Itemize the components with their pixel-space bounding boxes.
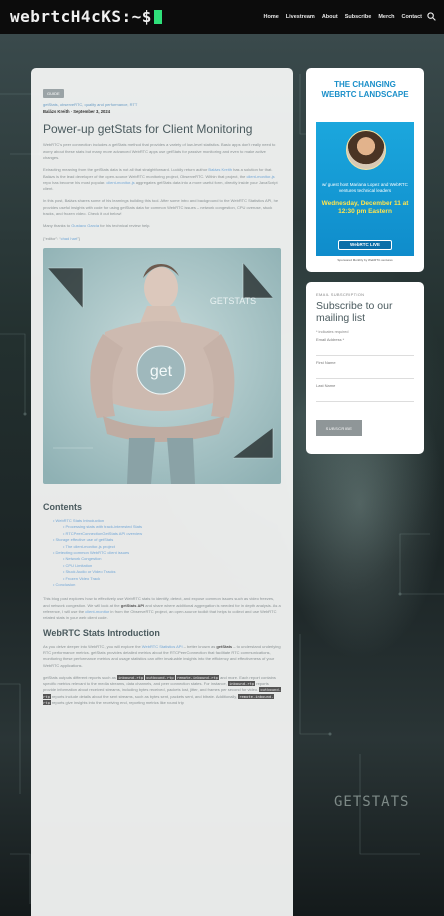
section-heading-stats-intro: WebRTC Stats Introduction bbox=[43, 627, 160, 638]
article-byline: Balázs Kreith · September 3, 2024 bbox=[43, 109, 111, 114]
promo-guest-text: w/ guest host Mariana Lopez and WebRTC v… bbox=[322, 182, 408, 193]
article-intro: WebRTC's peer connection includes a getS… bbox=[43, 142, 276, 160]
article-editor: {“editor”: “chad hart”} bbox=[43, 235, 80, 241]
webrtc-live-badge: WebRTC LIVE bbox=[338, 240, 392, 250]
contents-heading: Contents bbox=[43, 501, 82, 512]
article-paragraph-3: In this post, Balázs shares some of his … bbox=[43, 198, 279, 217]
subscribe-tag: EMAIL SUBSCRIPTION bbox=[316, 292, 365, 297]
nav-subscribe[interactable]: Subscribe bbox=[345, 14, 372, 20]
author-link[interactable]: Balázs Kreith bbox=[208, 167, 232, 172]
hero-getstats-text: GETSTATS bbox=[210, 296, 256, 306]
article-categories[interactable]: getStats, observeRTC, quality and perfor… bbox=[43, 102, 281, 107]
article-thanks: Many thanks to Gustavo Garcia for his te… bbox=[43, 223, 151, 229]
nav-livestream[interactable]: Livestream bbox=[286, 14, 315, 20]
article-paragraph-2: Extracting meaning from the getStats dat… bbox=[43, 167, 278, 192]
promo-date: Wednesday, December 11 at 12:30 pm Easte… bbox=[321, 200, 409, 215]
promo-banner: THE CHANGING WEBRTC LANDSCAPE w/ guest h… bbox=[316, 78, 414, 262]
subscribe-title: Subscribe to our mailing list bbox=[316, 300, 393, 324]
webrtc-live-promo[interactable]: THE CHANGING WEBRTC LANDSCAPE w/ guest h… bbox=[306, 68, 424, 272]
site-logo[interactable]: webrtcH4cKS:~$ bbox=[10, 7, 162, 26]
article-paragraph-8: getStats outputs different reports such … bbox=[43, 674, 281, 705]
hero-image: get GETSTATS bbox=[43, 247, 281, 484]
promo-footer: Sponsored Monthly by WebRTC.ventures bbox=[337, 258, 393, 262]
nav-contact[interactable]: Contact bbox=[402, 14, 422, 20]
article-tag[interactable]: GUIDE bbox=[43, 89, 64, 98]
promo-title: THE CHANGING WEBRTC LANDSCAPE bbox=[321, 80, 409, 99]
hero-illustration: get GETSTATS bbox=[43, 247, 281, 484]
editor-link[interactable]: chad hart bbox=[61, 236, 78, 241]
nav-home[interactable]: Home bbox=[264, 14, 279, 20]
client-monitor-ref-link[interactable]: client-monitor bbox=[85, 609, 109, 614]
nav-about[interactable]: About bbox=[322, 14, 338, 20]
first-name-field[interactable] bbox=[316, 365, 414, 379]
email-field[interactable] bbox=[316, 342, 414, 356]
background-getstats-watermark: GETSTATS bbox=[334, 794, 410, 810]
reviewer-link[interactable]: Gustavo Garcia bbox=[71, 223, 99, 228]
nav-merch[interactable]: Merch bbox=[378, 14, 394, 20]
site-header: webrtcH4cKS:~$ Home Livestream About Sub… bbox=[0, 0, 444, 34]
table-of-contents: WebRTC Stats Introduction Processing sta… bbox=[43, 518, 281, 588]
client-monitor-link-2[interactable]: client-monitor-js bbox=[106, 180, 134, 185]
stats-api-link[interactable]: WebRTC Statistics API bbox=[142, 644, 183, 649]
article-title: Power-up getStats for Client Monitoring bbox=[43, 122, 253, 136]
client-monitor-link[interactable]: client-monitor-js bbox=[246, 174, 274, 179]
hero-get-text: get bbox=[150, 363, 173, 380]
guest-host-photo bbox=[346, 130, 386, 170]
cursor-block-icon bbox=[153, 9, 162, 24]
article-paragraph-6: This blog post explores how to effective… bbox=[43, 596, 281, 621]
logo-text: webrtcH4cKS:~$ bbox=[10, 7, 152, 26]
article-paragraph-7: As you delve deeper into WebRTC, you wil… bbox=[43, 643, 281, 668]
article-card: GUIDE getStats, observeRTC, quality and … bbox=[31, 68, 293, 916]
main-nav: Home Livestream About Subscribe Merch Co… bbox=[264, 14, 423, 20]
toc-item[interactable]: Conclusion bbox=[43, 582, 281, 588]
required-note: * indicates required bbox=[316, 330, 349, 334]
last-name-field[interactable] bbox=[316, 388, 414, 402]
subscribe-widget: EMAIL SUBSCRIPTION Subscribe to our mail… bbox=[306, 282, 424, 454]
search-icon[interactable] bbox=[427, 12, 436, 21]
subscribe-button[interactable]: SUBSCRIBE bbox=[316, 420, 362, 436]
